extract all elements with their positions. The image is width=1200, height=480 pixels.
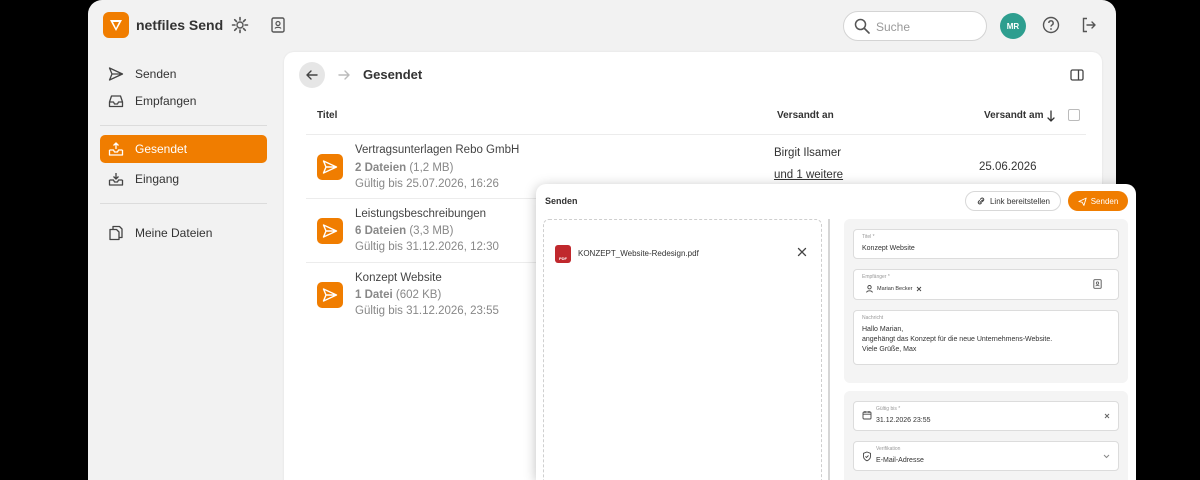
row-title: Konzept Website xyxy=(355,272,442,284)
share-link-button[interactable]: Link bereitstellen xyxy=(965,191,1061,211)
netfiles-logo-icon[interactable] xyxy=(103,12,129,38)
sidebar-item-label: Gesendet xyxy=(135,142,188,156)
search-input[interactable]: Suche xyxy=(843,11,987,41)
calendar-icon xyxy=(862,410,872,420)
column-header-sent-to[interactable]: Versandt an xyxy=(777,110,834,121)
sidebar-divider xyxy=(100,125,267,126)
search-placeholder: Suche xyxy=(876,20,911,34)
files-icon xyxy=(108,225,124,241)
help-icon[interactable] xyxy=(1040,14,1062,36)
sent-item-icon xyxy=(317,218,343,244)
row-title: Vertragsunterlagen Rebo GmbH xyxy=(355,144,520,156)
gear-icon[interactable] xyxy=(229,14,251,36)
column-header-title[interactable]: Titel xyxy=(317,110,337,121)
row-valid-until: Gültig bis 25.07.2026, 16:26 xyxy=(355,178,499,190)
row-date: 25.06.2026 xyxy=(979,161,1037,173)
sidebar-divider xyxy=(100,203,267,204)
send-dialog: Senden Link bereitstellen Senden PDF KON… xyxy=(536,184,1136,480)
recipient-chip[interactable]: Marian Becker xyxy=(862,282,926,296)
sidebar: Senden Empfangen Gesendet Eingang Meine … xyxy=(88,50,282,480)
sidebar-item-empfangen[interactable]: Empfangen xyxy=(100,87,267,115)
row-file-count: 6 Dateien (3,3 MB) xyxy=(355,225,454,237)
message-form: Titel * Konzept Website Empfänger * Mari… xyxy=(844,219,1128,383)
sent-item-icon xyxy=(317,154,343,180)
sidebar-item-gesendet[interactable]: Gesendet xyxy=(100,135,267,163)
user-icon xyxy=(866,285,873,293)
title-field[interactable]: Titel * Konzept Website xyxy=(853,229,1119,259)
message-line: angehängt das Konzept für die neue Unter… xyxy=(862,336,1053,343)
shield-check-icon xyxy=(862,451,872,462)
recipients-field[interactable]: Empfänger * Marian Becker xyxy=(853,269,1119,300)
row-valid-until: Gültig bis 31.12.2026, 12:30 xyxy=(355,241,499,253)
send-icon xyxy=(108,66,124,82)
message-textarea[interactable]: Nachricht Hallo Marian, angehängt das Ko… xyxy=(853,310,1119,365)
sidebar-item-eingang[interactable]: Eingang xyxy=(100,165,267,193)
chevron-down-icon[interactable] xyxy=(1103,454,1110,459)
row-more-recipients-link[interactable]: und 1 weitere xyxy=(774,169,843,181)
chip-close-icon[interactable] xyxy=(916,286,922,292)
options-form: Gültig bis * 31.12.2026 23:55 Verifikati… xyxy=(844,391,1128,480)
attached-file-name: KONZEPT_Website-Redesign.pdf xyxy=(578,249,699,258)
valid-until-field[interactable]: Gültig bis * 31.12.2026 23:55 xyxy=(853,401,1119,431)
row-file-count: 1 Datei (602 KB) xyxy=(355,289,442,301)
row-divider xyxy=(306,134,1086,135)
file-dropzone[interactable]: PDF KONZEPT_Website-Redesign.pdf xyxy=(543,219,822,480)
search-icon xyxy=(854,18,870,39)
sent-item-icon xyxy=(317,282,343,308)
address-book-icon[interactable] xyxy=(1092,278,1103,290)
clear-date-close-icon[interactable] xyxy=(1104,413,1110,419)
sidebar-item-label: Eingang xyxy=(135,172,180,186)
logout-icon[interactable] xyxy=(1078,14,1100,36)
send-icon xyxy=(1078,197,1087,206)
back-button[interactable] xyxy=(299,62,325,88)
top-bar: netfiles Send Suche MR xyxy=(88,0,1116,50)
column-header-sent-on[interactable]: Versandt am xyxy=(984,110,1043,121)
send-button[interactable]: Senden xyxy=(1068,191,1128,211)
resize-divider[interactable] xyxy=(828,219,830,480)
avatar[interactable]: MR xyxy=(1000,13,1026,39)
message-line: Hallo Marian, xyxy=(862,326,904,333)
sidebar-item-senden[interactable]: Senden xyxy=(100,60,267,88)
dialog-title: Senden xyxy=(545,196,578,206)
row-file-count: 2 Dateien (1,2 MB) xyxy=(355,162,454,174)
download-tray-icon xyxy=(108,171,124,187)
sidebar-item-meine-dateien[interactable]: Meine Dateien xyxy=(100,219,267,247)
sort-down-icon[interactable] xyxy=(1046,109,1056,127)
remove-file-close-icon[interactable] xyxy=(795,245,809,259)
forward-button[interactable] xyxy=(331,62,357,88)
message-line: Viele Grüße, Max xyxy=(862,346,917,353)
brand-name: netfiles Send xyxy=(136,17,224,33)
verification-select[interactable]: Verifikation E-Mail-Adresse xyxy=(853,441,1119,471)
panel-toggle-button[interactable] xyxy=(1064,62,1090,88)
arrow-right-icon xyxy=(338,70,350,80)
sidebar-item-label: Empfangen xyxy=(135,94,197,108)
outbox-icon xyxy=(108,141,124,157)
contacts-icon[interactable] xyxy=(267,14,289,36)
sidebar-item-label: Meine Dateien xyxy=(135,226,213,240)
inbox-icon xyxy=(108,93,124,109)
sidebar-item-label: Senden xyxy=(135,67,177,81)
row-title: Leistungsbeschreibungen xyxy=(355,208,487,220)
arrow-left-icon xyxy=(306,70,318,80)
pdf-file-icon: PDF xyxy=(555,245,571,263)
row-recipient: Birgit Ilsamer xyxy=(774,147,842,159)
link-icon xyxy=(976,196,986,206)
side-panel-icon xyxy=(1070,69,1084,81)
row-valid-until: Gültig bis 31.12.2026, 23:55 xyxy=(355,305,499,317)
page-title: Gesendet xyxy=(363,67,423,82)
select-all-checkbox[interactable] xyxy=(1068,109,1080,121)
